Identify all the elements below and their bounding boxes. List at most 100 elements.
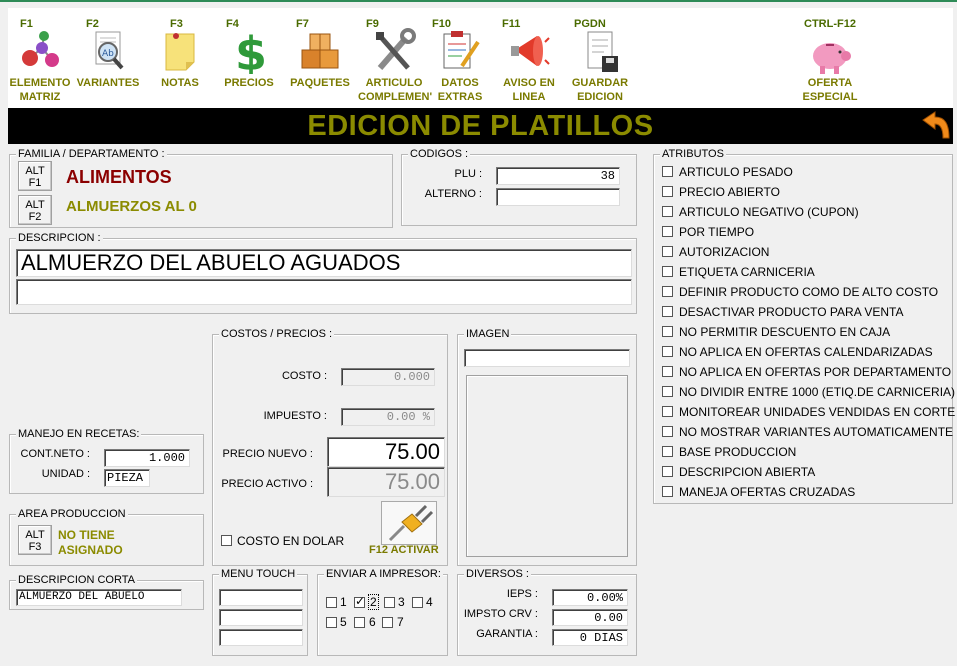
descripcion-group: DESCRIPCION : ALMUERZO DEL ABUELO AGUADO… <box>9 231 637 314</box>
description-line1-input[interactable]: ALMUERZO DEL ABUELO AGUADOS <box>16 249 632 277</box>
precio-nuevo-input[interactable]: 75.00 <box>327 437 445 467</box>
elemento-matriz-button[interactable]: F1 ELEMENTO MATRIZ <box>8 8 72 108</box>
attribute-checkbox[interactable] <box>662 486 673 497</box>
garantia-label: GARANTIA : <box>476 628 538 640</box>
svg-text:Ab: Ab <box>102 49 114 59</box>
attribute-checkbox[interactable] <box>662 366 673 377</box>
impuesto-label: IMPUESTO : <box>263 410 327 422</box>
variantes-button[interactable]: F2 Ab VARIANTES <box>74 8 142 108</box>
garantia-input[interactable]: 0 DIAS <box>552 629 628 646</box>
guardar-edicion-button[interactable]: PGDN GUARDAR EDICION <box>568 8 632 108</box>
alterno-label: ALTERNO : <box>424 188 482 200</box>
precios-button[interactable]: F4 $ PRECIOS <box>222 8 276 108</box>
image-path-input[interactable] <box>464 349 630 367</box>
atributos-group: ATRIBUTOS ARTICULO PESADO PRECIO ABIERTO A… <box>653 147 957 504</box>
printer-3-label: 3 <box>398 595 405 609</box>
impuesto-input: 0.00 % <box>341 408 435 426</box>
attribute-checkbox[interactable] <box>662 386 673 397</box>
short-description-input[interactable]: ALMUERZO DEL ABUELO <box>16 589 182 606</box>
printer-1-checkbox[interactable] <box>326 597 337 608</box>
menu-touch-input-1[interactable] <box>219 589 303 606</box>
attribute-checkbox[interactable] <box>662 466 673 477</box>
codigos-group: CODIGOS : PLU : 38 ALTERNO : <box>401 147 637 226</box>
printer-7-label: 7 <box>397 615 404 629</box>
title-bar: EDICION DE PLATILLOS <box>8 108 953 144</box>
image-preview[interactable] <box>466 375 628 557</box>
clipboard-icon <box>443 31 480 69</box>
impsto-crv-input[interactable]: 0.00 <box>552 609 628 626</box>
attribute-checkbox[interactable] <box>662 266 673 277</box>
attribute-checkbox[interactable] <box>662 226 673 237</box>
attribute-checkbox[interactable] <box>662 446 673 457</box>
menu-touch-input-3[interactable] <box>219 629 303 646</box>
attribute-label: DEFINIR PRODUCTO COMO DE ALTO COSTO <box>679 285 939 299</box>
datos-extras-button[interactable]: F10 DATOS EXTRAS <box>432 8 488 108</box>
printer-5-label: 5 <box>340 615 347 629</box>
department-select-button[interactable]: ALT F2 <box>18 195 52 225</box>
attribute-checkbox[interactable] <box>662 346 673 357</box>
family-select-button[interactable]: ALT F1 <box>18 161 52 191</box>
page-title: EDICION DE PLATILLOS <box>307 110 654 142</box>
attribute-label: NO PERMITIR DESCUENTO EN CAJA <box>679 325 891 339</box>
attribute-checkbox[interactable] <box>662 286 673 297</box>
boxes-icon <box>301 33 339 69</box>
contneto-input[interactable]: 1.000 <box>104 449 190 467</box>
group-label: IMAGEN <box>464 327 512 341</box>
attribute-checkbox[interactable] <box>662 406 673 417</box>
costo-dolar-checkbox[interactable] <box>221 535 232 546</box>
group-label: DESCRIPCION : <box>16 231 103 245</box>
contneto-label: CONT.NETO : <box>20 448 90 460</box>
attribute-checkbox[interactable] <box>662 166 673 177</box>
attribute-label: AUTORIZACION <box>679 245 770 259</box>
menu-touch-input-2[interactable] <box>219 609 303 626</box>
printer-2-checkbox[interactable] <box>354 594 365 608</box>
alterno-input[interactable] <box>496 188 620 206</box>
precio-activo-label: PRECIO ACTIVO : <box>221 478 313 490</box>
tools-icon <box>376 28 416 70</box>
attribute-checkbox[interactable] <box>662 426 673 437</box>
toolbar-label: PAQUETES <box>290 77 350 89</box>
attribute-label: BASE PRODUCCION <box>679 445 797 459</box>
area-select-button[interactable]: ALT F3 <box>18 525 52 555</box>
svg-text:$: $ <box>235 28 267 74</box>
toolbar-label: DATOS EXTRAS <box>437 77 483 103</box>
articulo-complementario-button[interactable]: F9 ARTICULO COMPLEMEN' <box>358 8 432 108</box>
aviso-en-linea-button[interactable]: F11 AVISO EN LINEA <box>500 8 558 108</box>
ieps-input[interactable]: 0.00% <box>552 589 628 606</box>
printer-5-checkbox[interactable] <box>326 617 337 628</box>
attribute-checkbox[interactable] <box>662 186 673 197</box>
attribute-checkbox[interactable] <box>662 246 673 257</box>
printer-6-checkbox[interactable] <box>354 617 365 628</box>
attribute-checkbox[interactable] <box>662 306 673 317</box>
oferta-especial-button[interactable]: CTRL-F12 OFERTA ESPECIAL <box>794 8 866 108</box>
unidad-label: UNIDAD : <box>41 468 90 480</box>
plu-label: PLU : <box>454 168 482 180</box>
printer-3-checkbox[interactable] <box>384 597 395 608</box>
attribute-checkbox[interactable] <box>662 206 673 217</box>
plu-input[interactable]: 38 <box>496 167 620 185</box>
back-arrow-icon[interactable] <box>913 108 953 144</box>
area-produccion-group: AREA PRODUCCION ALT F3 NO TIENE ASIGNADO <box>9 507 204 566</box>
printer-7-checkbox[interactable] <box>382 617 393 628</box>
attribute-checkbox[interactable] <box>662 326 673 337</box>
group-label: CODIGOS : <box>408 147 471 161</box>
precio-activo-input: 75.00 <box>327 467 445 497</box>
group-label: ATRIBUTOS <box>660 147 726 161</box>
printer-4-checkbox[interactable] <box>412 597 423 608</box>
manejo-recetas-group: MANEJO EN RECETAS: CONT.NETO : 1.000 UNI… <box>9 427 204 494</box>
toolbar-label: AVISO EN LINEA <box>503 77 555 103</box>
megaphone-icon <box>511 36 550 66</box>
description-line2-input[interactable] <box>16 279 632 305</box>
notas-button[interactable]: F3 NOTAS <box>154 8 206 108</box>
attribute-label: ETIQUETA CARNICERIA <box>679 265 815 279</box>
costo-input: 0.000 <box>341 368 435 386</box>
activar-button[interactable] <box>381 501 437 545</box>
unidad-input[interactable]: PIEZA <box>104 469 150 487</box>
attribute-label: ARTICULO PESADO <box>679 165 793 179</box>
attribute-label: MANEJA OFERTAS CRUZADAS <box>679 485 856 499</box>
group-label: MENU TOUCH <box>219 567 298 581</box>
group-label: DIVERSOS : <box>464 567 531 581</box>
paquetes-button[interactable]: F7 PAQUETES <box>290 8 350 108</box>
attribute-label: POR TIEMPO <box>679 225 755 239</box>
toolbar-label: ELEMENTO MATRIZ <box>9 77 71 103</box>
